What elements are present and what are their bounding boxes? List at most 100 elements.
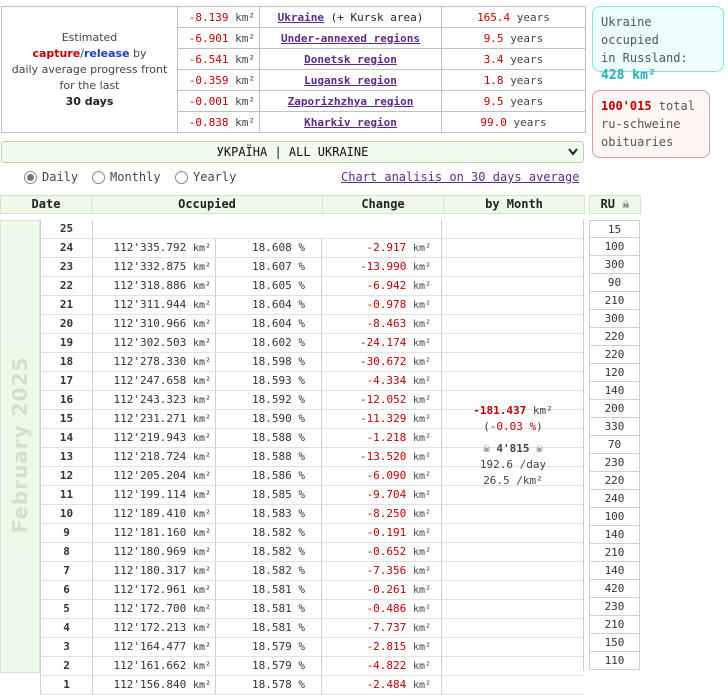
row-occupied-cell: 112'161.662 km² (92, 657, 216, 675)
row-occupied: 112'172.961 (113, 583, 187, 596)
row-change-unit: km² (412, 433, 431, 444)
row-occupied-unit: km² (192, 623, 211, 634)
ru-value: 420 (589, 580, 640, 598)
row-occupied-unit: km² (192, 452, 211, 463)
row-occupied-cell: 112'164.477 km² (92, 638, 216, 656)
ru-value: 110 (589, 652, 640, 670)
region-link[interactable]: Ukraine (278, 11, 324, 24)
ru-value: 70 (589, 436, 640, 454)
row-occupied-unit: km² (192, 262, 211, 273)
region-years-word: years (516, 10, 550, 24)
region-link[interactable]: Zaporizhzhya region (288, 95, 414, 108)
chart-analysis-link[interactable]: Chart analisis on 30 days average (341, 168, 579, 186)
region-years: 9.5 (483, 31, 504, 45)
occupied-in-russia-box: Ukraine occupied in Russland: 428 km² (592, 6, 724, 83)
row-change: -0.978 (366, 298, 407, 311)
region-name-cell: Lugansk region (259, 69, 442, 91)
header-date[interactable]: Date (0, 195, 92, 214)
row-occupied: 112'164.477 (113, 640, 187, 653)
row-change: -0.261 (366, 583, 407, 596)
row-change: -2.815 (366, 640, 407, 653)
row-percent: 18.592 % (216, 391, 322, 409)
ru-value: 120 (589, 364, 640, 382)
row-day: 11 (40, 486, 93, 504)
row-change: -13.990 (359, 260, 407, 273)
header-change[interactable]: Change (322, 195, 444, 214)
row-change-cell: -9.704 km² (322, 486, 442, 504)
estimated-desc: daily average progress front for the las… (11, 62, 168, 92)
row-change-unit: km² (412, 395, 431, 406)
radio-daily[interactable]: Daily (24, 168, 78, 186)
header-by-month[interactable]: by Month (443, 195, 585, 214)
radio-monthly-label: Monthly (110, 170, 161, 184)
row-occupied-cell: 112'172.213 km² (92, 619, 216, 637)
row-change-unit: km² (412, 281, 431, 292)
row-change-unit: km² (412, 243, 431, 254)
region-link[interactable]: Kharkiv region (304, 116, 397, 129)
row-change-unit: km² (412, 471, 431, 482)
row-occupied-cell: 112'278.330 km² (92, 353, 216, 371)
occupied-box-line1: Ukraine occupied (601, 15, 659, 47)
region-change-cell: -6.541 km² (177, 48, 260, 70)
row-percent: 18.581 % (216, 600, 322, 618)
row-occupied-cell: 112'156.840 km² (92, 676, 216, 694)
capture-word: capture (32, 46, 81, 60)
row-percent: 18.593 % (216, 372, 322, 390)
region-years-word: years (510, 31, 544, 45)
row-day: 14 (40, 429, 93, 447)
row-change-unit: km² (412, 528, 431, 539)
region-change-unit: km² (235, 73, 255, 87)
row-percent: 18.579 % (216, 657, 322, 675)
month-change-unit: km² (532, 404, 553, 417)
region-select[interactable]: УКРАЇНА | ALL UKRAINE (1, 141, 584, 163)
row-change-unit: km² (412, 452, 431, 463)
region-years: 1.8 (483, 73, 504, 87)
row-occupied-cell: 112'181.160 km² (92, 524, 216, 542)
month-per-km: 26.5 /km² (483, 474, 543, 487)
row-change-unit: km² (412, 680, 431, 691)
row-change-cell: -11.329 km² (322, 410, 442, 428)
header-occupied[interactable]: Occupied (91, 195, 323, 214)
chevron-down-icon (567, 142, 579, 168)
row-occupied-unit: km² (192, 414, 211, 425)
row-occupied: 112'318.886 (113, 279, 187, 292)
row-percent: 18.586 % (216, 467, 322, 485)
region-change: -6.901 (188, 31, 229, 45)
ru-value: 230 (589, 598, 640, 616)
ru-value: 210 (589, 292, 640, 310)
radio-monthly[interactable]: Monthly (92, 168, 161, 186)
region-link[interactable]: Donetsk region (304, 53, 397, 66)
row-day: 12 (40, 467, 93, 485)
row-change-cell: -30.672 km² (322, 353, 442, 371)
radio-daily-indicator[interactable] (24, 171, 37, 184)
region-link[interactable]: Lugansk region (304, 74, 397, 87)
row-change-unit: km² (412, 566, 431, 577)
radio-yearly-indicator[interactable] (175, 171, 188, 184)
row-occupied-cell: 112'335.792 km² (92, 239, 216, 257)
row-percent: 18.607 % (216, 258, 322, 276)
radio-yearly[interactable]: Yearly (175, 168, 236, 186)
row-change-cell: -4.822 km² (322, 657, 442, 675)
row-change-unit: km² (412, 490, 431, 501)
row-occupied-unit: km² (192, 300, 211, 311)
ru-value: 230 (589, 454, 640, 472)
row-change-cell: -4.334 km² (322, 372, 442, 390)
ru-value: 90 (589, 274, 640, 292)
region-link[interactable]: Under-annexed regions (281, 32, 420, 45)
row-change-unit: km² (412, 357, 431, 368)
row-occupied: 112'278.330 (113, 355, 187, 368)
region-change-unit: km² (235, 115, 255, 129)
radio-monthly-indicator[interactable] (92, 171, 105, 184)
row-change: -8.463 (366, 317, 407, 330)
header-ru[interactable]: RU ☠ (589, 195, 641, 214)
row-change-cell: -13.520 km² (322, 448, 442, 466)
row-occupied: 112'156.840 (113, 678, 187, 691)
row-change: -7.356 (366, 564, 407, 577)
row-percent: 18.581 % (216, 619, 322, 637)
row-change-unit: km² (412, 300, 431, 311)
row-change-cell: -6.090 km² (322, 467, 442, 485)
row-change-cell: -1.218 km² (322, 429, 442, 447)
row-day: 17 (40, 372, 93, 390)
row-occupied: 112'180.317 (113, 564, 187, 577)
row-percent: 18.604 % (216, 296, 322, 314)
